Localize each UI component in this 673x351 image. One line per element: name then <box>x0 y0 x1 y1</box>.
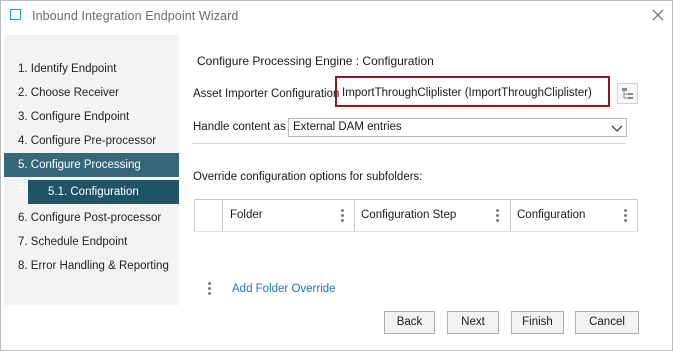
add-folder-override-link[interactable]: Add Folder Override <box>232 283 336 295</box>
override-table-header: Folder Configuration Step Configuration <box>194 199 638 232</box>
finish-button[interactable]: Finish <box>511 311 564 334</box>
column-header-configuration[interactable]: Configuration <box>517 209 585 221</box>
drag-handle-icon[interactable] <box>208 281 212 295</box>
window-title: Inbound Integration Endpoint Wizard <box>32 9 239 23</box>
substep-configuration[interactable]: 5.1. Configuration <box>28 180 179 204</box>
section-divider <box>192 143 626 144</box>
column-header-folder[interactable]: Folder <box>230 209 263 221</box>
column-separator <box>222 200 223 231</box>
tree-picker-icon <box>622 88 633 99</box>
handle-content-select[interactable]: External DAM entries <box>288 118 627 137</box>
title-bar: Inbound Integration Endpoint Wizard <box>1 1 672 31</box>
handle-content-label: Handle content as <box>193 121 286 133</box>
app-window-icon <box>10 9 21 20</box>
column-header-configuration-step[interactable]: Configuration Step <box>361 209 456 221</box>
column-menu-icon[interactable] <box>341 208 345 222</box>
chevron-down-icon <box>611 125 623 132</box>
step-choose-receiver[interactable]: 2. Choose Receiver <box>4 81 179 105</box>
step-configure-processing-engine[interactable]: 5. Configure Processing Engine <box>4 153 179 195</box>
page-heading: Configure Processing Engine : Configurat… <box>197 54 434 68</box>
wizard-steps-sidebar: 1. Identify Endpoint 2. Choose Receiver … <box>4 35 179 305</box>
step-configure-pre-processor[interactable]: 4. Configure Pre-processor <box>4 129 179 153</box>
column-separator <box>510 200 511 231</box>
asset-importer-label: Asset Importer Configuration <box>193 88 340 100</box>
override-label: Override configuration options for subfo… <box>193 171 423 183</box>
tree-picker-button[interactable] <box>617 83 638 104</box>
column-separator <box>354 200 355 231</box>
step-configure-endpoint[interactable]: 3. Configure Endpoint <box>4 105 179 129</box>
back-button[interactable]: Back <box>384 311 435 334</box>
asset-importer-field[interactable]: ImportThroughCliplister (ImportThroughCl… <box>342 87 592 99</box>
column-menu-icon[interactable] <box>496 208 500 222</box>
step-error-handling-reporting[interactable]: 8. Error Handling & Reporting <box>4 254 179 278</box>
asset-importer-underline <box>335 108 610 109</box>
step-configure-post-processor[interactable]: 6. Configure Post-processor <box>4 206 179 230</box>
close-icon[interactable] <box>650 7 666 23</box>
step-schedule-endpoint[interactable]: 7. Schedule Endpoint <box>4 230 179 254</box>
step-identify-endpoint[interactable]: 1. Identify Endpoint <box>4 57 179 81</box>
column-menu-icon[interactable] <box>624 208 628 222</box>
cancel-button[interactable]: Cancel <box>575 311 639 334</box>
next-button[interactable]: Next <box>447 311 499 334</box>
handle-content-value: External DAM entries <box>293 121 402 133</box>
